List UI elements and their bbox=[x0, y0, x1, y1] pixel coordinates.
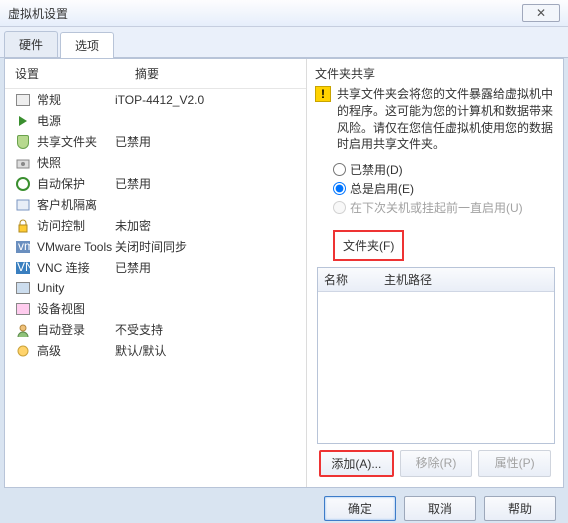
snapshot-icon bbox=[15, 155, 31, 171]
autoprotect-icon bbox=[15, 176, 31, 192]
summary: 已禁用 bbox=[115, 175, 296, 192]
row-advanced[interactable]: 高级 默认/默认 bbox=[5, 340, 306, 361]
settings-list: 设置 摘要 常规iTOP-4412_V2.0 电源 共享文件夹已禁用 快照 自动… bbox=[5, 59, 307, 487]
svg-text:VNC: VNC bbox=[17, 262, 30, 274]
label: 高级 bbox=[37, 342, 61, 359]
label: Unity bbox=[37, 281, 64, 295]
list-header: 设置 摘要 bbox=[5, 59, 306, 89]
summary: 已禁用 bbox=[115, 133, 296, 150]
computer-icon bbox=[15, 92, 31, 108]
label: 常规 bbox=[37, 91, 61, 108]
row-appliance[interactable]: 设备视图 bbox=[5, 298, 306, 319]
label: VNC 连接 bbox=[37, 259, 90, 276]
row-access[interactable]: 访问控制 未加密 bbox=[5, 215, 306, 236]
row-vmwaretools[interactable]: vm VMware Tools关闭时间同步 bbox=[5, 236, 306, 257]
row-snapshots[interactable]: 快照 bbox=[5, 152, 306, 173]
label: 自动保护 bbox=[37, 175, 85, 192]
radio-disabled-input[interactable] bbox=[333, 163, 346, 176]
appliance-icon bbox=[15, 301, 31, 317]
unity-icon bbox=[15, 280, 31, 296]
label: 设备视图 bbox=[37, 300, 85, 317]
list-body: 常规iTOP-4412_V2.0 电源 共享文件夹已禁用 快照 自动保护已禁用 … bbox=[5, 89, 306, 487]
tabs: 硬件 选项 bbox=[0, 27, 568, 58]
vnc-icon: VNC bbox=[15, 260, 31, 276]
radio-label: 在下次关机或挂起前一直启用(U) bbox=[350, 199, 523, 216]
col-setting: 设置 bbox=[15, 65, 135, 82]
content: 设置 摘要 常规iTOP-4412_V2.0 电源 共享文件夹已禁用 快照 自动… bbox=[4, 58, 564, 488]
power-icon bbox=[15, 113, 31, 129]
label: 自动登录 bbox=[37, 321, 85, 338]
add-button[interactable]: 添加(A)... bbox=[319, 450, 394, 477]
summary: 关闭时间同步 bbox=[115, 238, 296, 255]
label: 共享文件夹 bbox=[37, 133, 97, 150]
advanced-icon bbox=[15, 343, 31, 359]
folders-body bbox=[318, 292, 554, 443]
close-button[interactable]: ✕ bbox=[522, 4, 560, 22]
row-autologin[interactable]: 自动登录 不受支持 bbox=[5, 319, 306, 340]
row-general[interactable]: 常规 iTOP-4412_V2.0 bbox=[5, 89, 306, 110]
props-button: 属性(P) bbox=[478, 450, 551, 477]
section-title: 文件夹共享 bbox=[315, 65, 555, 82]
radio-always-input[interactable] bbox=[333, 182, 346, 195]
radio-disabled[interactable]: 已禁用(D) bbox=[333, 161, 555, 178]
folders-label: 文件夹(F) bbox=[333, 230, 404, 261]
summary: 默认/默认 bbox=[115, 342, 296, 359]
label: 快照 bbox=[37, 154, 61, 171]
lock-icon bbox=[15, 218, 31, 234]
radio-until: 在下次关机或挂起前一直启用(U) bbox=[333, 199, 555, 216]
warning-icon: ! bbox=[315, 86, 331, 102]
help-button[interactable]: 帮助 bbox=[484, 496, 556, 521]
col-summary: 摘要 bbox=[135, 65, 296, 82]
summary: 不受支持 bbox=[115, 321, 296, 338]
row-unity[interactable]: Unity bbox=[5, 278, 306, 298]
row-power[interactable]: 电源 bbox=[5, 110, 306, 131]
row-shared-folders[interactable]: 共享文件夹 已禁用 bbox=[5, 131, 306, 152]
folders-label-wrap: 文件夹(F) bbox=[315, 224, 555, 267]
warning-row: ! 共享文件夹会将您的文件暴露给虚拟机中的程序。这可能为您的计算机和数据带来风险… bbox=[315, 86, 555, 153]
tab-hardware[interactable]: 硬件 bbox=[4, 31, 58, 57]
summary: iTOP-4412_V2.0 bbox=[115, 93, 296, 107]
dialog-buttons: 确定 取消 帮助 bbox=[0, 488, 568, 523]
detail-panel: 文件夹共享 ! 共享文件夹会将您的文件暴露给虚拟机中的程序。这可能为您的计算机和… bbox=[307, 59, 563, 487]
vmwaretools-icon: vm bbox=[15, 239, 31, 255]
close-icon: ✕ bbox=[536, 6, 546, 20]
radio-label: 已禁用(D) bbox=[350, 161, 403, 178]
cancel-button[interactable]: 取消 bbox=[404, 496, 476, 521]
row-vnc[interactable]: VNC VNC 连接 已禁用 bbox=[5, 257, 306, 278]
radio-always[interactable]: 总是启用(E) bbox=[333, 180, 555, 197]
ok-button[interactable]: 确定 bbox=[324, 496, 396, 521]
radio-until-input bbox=[333, 201, 346, 214]
tab-options[interactable]: 选项 bbox=[60, 32, 114, 58]
isolation-icon bbox=[15, 197, 31, 213]
row-guestisolation[interactable]: 客户机隔离 bbox=[5, 194, 306, 215]
summary: 已禁用 bbox=[115, 259, 296, 276]
folders-listbox[interactable]: 名称 主机路径 bbox=[317, 267, 555, 444]
row-autoprotect[interactable]: 自动保护 已禁用 bbox=[5, 173, 306, 194]
warning-text: 共享文件夹会将您的文件暴露给虚拟机中的程序。这可能为您的计算机和数据带来风险。请… bbox=[337, 86, 555, 153]
user-icon bbox=[15, 322, 31, 338]
label: 客户机隔离 bbox=[37, 196, 97, 213]
title-bar: 虚拟机设置 ✕ bbox=[0, 0, 568, 27]
window-title: 虚拟机设置 bbox=[8, 5, 522, 22]
radio-group: 已禁用(D) 总是启用(E) 在下次关机或挂起前一直启用(U) bbox=[333, 159, 555, 218]
shield-icon bbox=[15, 134, 31, 150]
col-name: 名称 bbox=[324, 271, 384, 288]
col-path: 主机路径 bbox=[384, 271, 432, 288]
folders-header: 名称 主机路径 bbox=[318, 268, 554, 292]
remove-button: 移除(R) bbox=[400, 450, 473, 477]
label: 电源 bbox=[37, 112, 61, 129]
label: 访问控制 bbox=[37, 217, 85, 234]
svg-text:vm: vm bbox=[18, 241, 30, 253]
label: VMware Tools bbox=[37, 240, 112, 254]
summary: 未加密 bbox=[115, 217, 296, 234]
folder-buttons: 添加(A)... 移除(R) 属性(P) bbox=[315, 444, 555, 481]
radio-label: 总是启用(E) bbox=[350, 180, 414, 197]
